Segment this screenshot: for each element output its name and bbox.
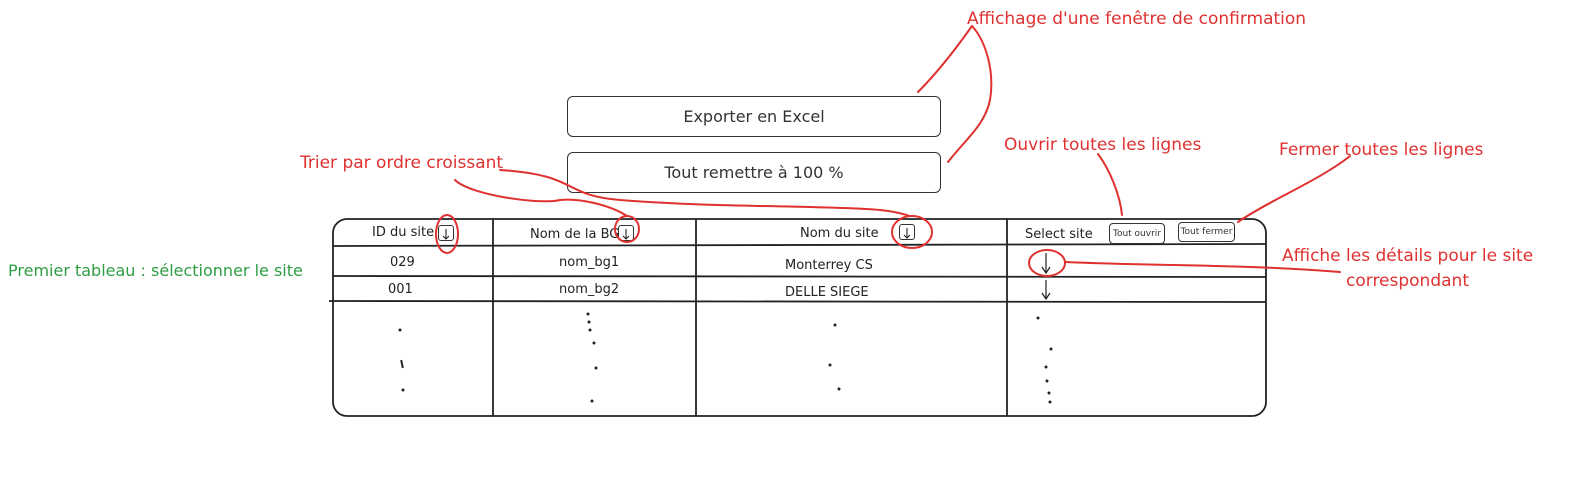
annotation-sort: Trier par ordre croissant	[300, 153, 504, 173]
annotation-strokes	[435, 25, 1351, 277]
annotation-open-all: Ouvrir toutes les lignes	[1004, 135, 1202, 155]
annotation-confirmation: Affichage d'une fenêtre de confirmation	[967, 9, 1307, 29]
annotation-first-table: Premier tableau : sélectionner le site	[8, 261, 303, 280]
annotation-close-all: Fermer toutes les lignes	[1279, 140, 1484, 160]
annotation-details-line2: correspondant	[1346, 271, 1469, 291]
annotation-details-line1: Affiche les détails pour le site	[1282, 246, 1534, 266]
